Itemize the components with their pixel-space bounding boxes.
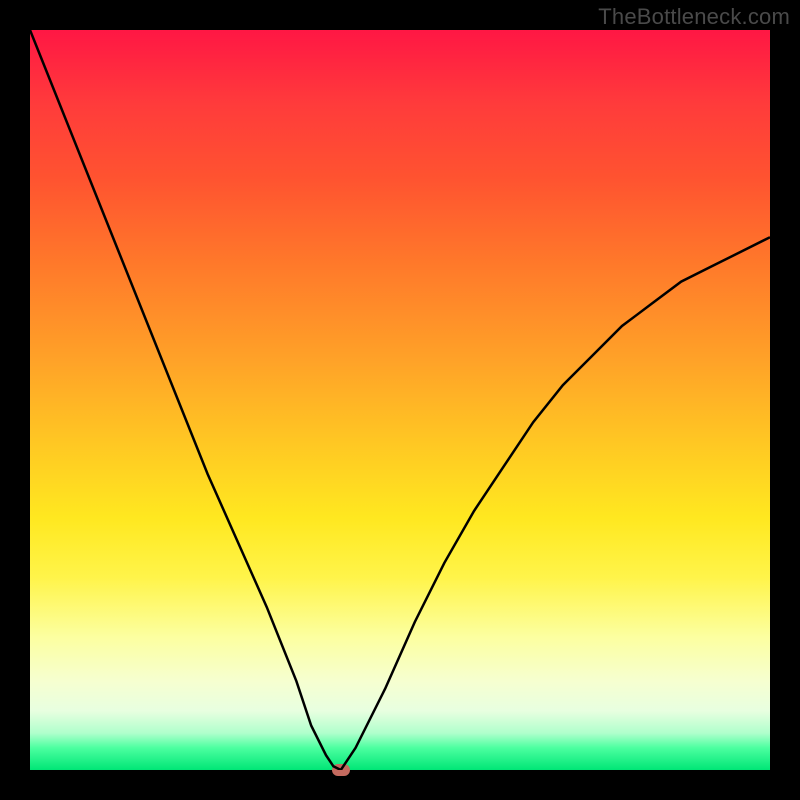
watermark-text: TheBottleneck.com xyxy=(598,4,790,30)
curve-path xyxy=(30,30,770,770)
chart-frame: TheBottleneck.com xyxy=(0,0,800,800)
bottleneck-curve xyxy=(30,30,770,770)
plot-area xyxy=(30,30,770,770)
